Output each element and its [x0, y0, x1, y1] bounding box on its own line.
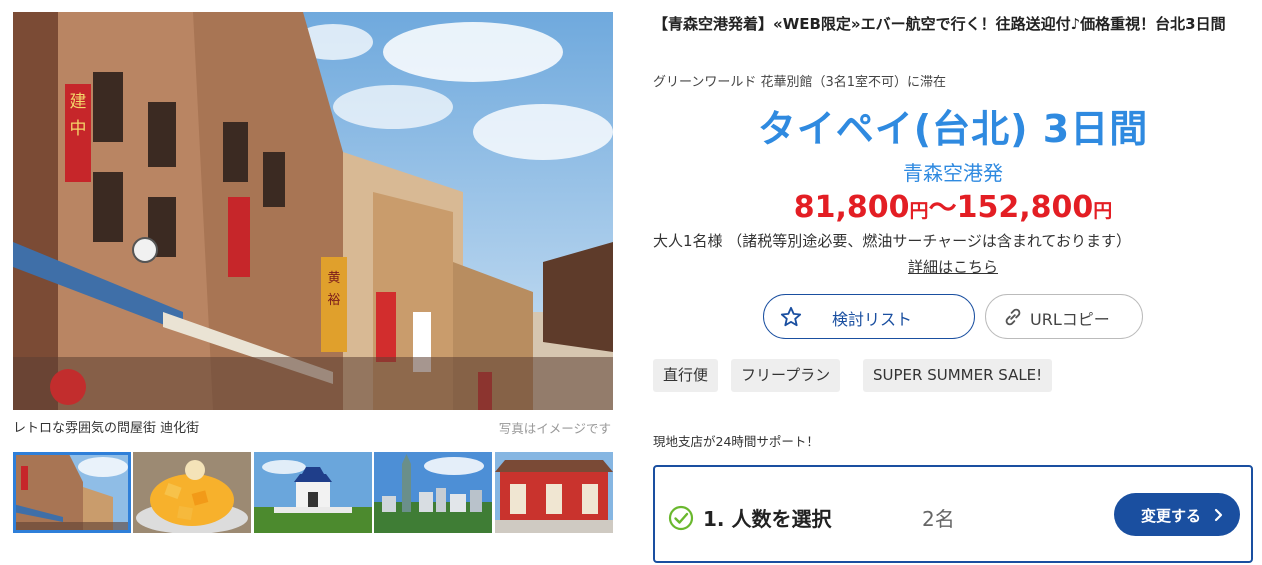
main-photo-caption: レトロな雰囲気の問屋街 迪化街	[13, 421, 200, 436]
star-icon	[780, 306, 802, 332]
price-range: 81,800円～152,800円	[653, 186, 1253, 226]
price-note: 大人1名様 （諸税等別途必要、燃油サーチャージは含まれております）	[653, 232, 1131, 250]
thumbnail-memorial-hall[interactable]	[254, 452, 372, 533]
thumbnail-mango-ice[interactable]	[133, 452, 251, 533]
main-photo: 建 中 黄 裕	[13, 12, 613, 410]
departure-airport: 青森空港発	[903, 161, 1003, 185]
details-link[interactable]: 詳細はこちら	[908, 258, 998, 276]
wishlist-button[interactable]: 検討リスト	[763, 294, 975, 339]
price-to: 152,800	[956, 190, 1094, 225]
support-text: 現地支店が24時間サポート！	[653, 434, 819, 449]
price-from: 81,800	[793, 190, 910, 225]
destination-heading: タイペイ(台北) 3日間	[757, 107, 1149, 151]
svg-text:中: 中	[70, 119, 87, 139]
photo-caption: レトロな雰囲気の問屋街 迪化街 写真はイメージです	[13, 417, 613, 437]
chevron-right-icon	[1214, 508, 1224, 526]
currency-to: 円	[1093, 200, 1113, 222]
traveler-count-value: 2名	[922, 507, 955, 531]
step-title: 1. 人数を選択	[703, 507, 832, 531]
url-copy-label: URLコピー	[1030, 310, 1110, 329]
link-icon	[1002, 306, 1024, 332]
tag-free-plan: フリープラン	[731, 359, 841, 392]
thumbnail-taipei-skyline[interactable]	[374, 452, 492, 533]
tag-direct-flight: 直行便	[653, 359, 719, 392]
url-copy-button[interactable]: URLコピー	[985, 294, 1143, 339]
details-link-wrap: 詳細はこちら	[653, 256, 1253, 277]
wishlist-label: 検討リスト	[832, 310, 913, 329]
change-button-label: 変更する	[1141, 507, 1202, 525]
check-circle-icon	[668, 505, 694, 535]
svg-text:建: 建	[70, 92, 87, 112]
currency-from: 円	[909, 200, 929, 222]
step-traveler-count: 1. 人数を選択 2名 変更する	[653, 465, 1253, 563]
thumbnail-strip	[13, 452, 613, 533]
svg-text:裕: 裕	[327, 293, 340, 308]
thumbnail-temple[interactable]	[495, 452, 613, 533]
tour-title: 【青森空港発着】«WEB限定»エバー航空で行く！往路送迎付♪価格重視！台北3日間	[653, 15, 1226, 33]
thumbnail-street[interactable]	[13, 452, 131, 533]
svg-text:黄: 黄	[327, 271, 340, 286]
change-button[interactable]: 変更する	[1114, 493, 1240, 536]
hotel-info: グリーンワールド 花華別館（3名1室不可）に滞在	[653, 75, 947, 90]
tag-summer-sale: SUPER SUMMER SALE!	[863, 359, 1053, 392]
image-note: 写真はイメージです	[498, 421, 611, 436]
price-separator: ～	[928, 191, 957, 224]
